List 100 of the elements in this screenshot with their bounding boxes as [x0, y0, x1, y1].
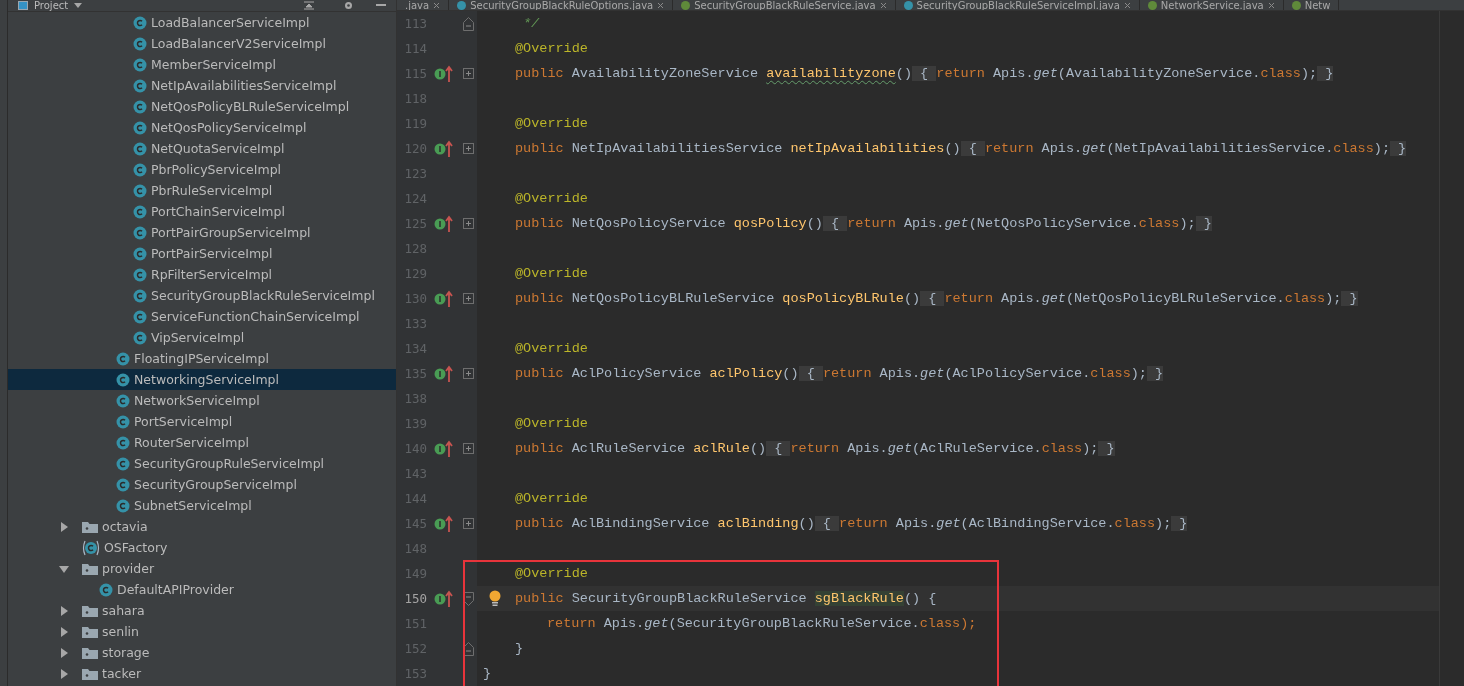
tree-item[interactable]: NetQosPolicyBLRuleServiceImpl	[8, 96, 396, 117]
close-icon[interactable]	[879, 2, 887, 9]
code-line: }	[515, 641, 524, 656]
settings-icon[interactable]	[343, 1, 354, 10]
folder-icon	[82, 625, 98, 638]
code-line: public NetQosPolicyBLRuleService qosPolicyBLRule() { return Apis.get(NetQosPolicyBLRuleService.class); }	[515, 291, 1358, 306]
tree-item[interactable]: NetworkingServiceImpl	[8, 369, 396, 390]
lightbulb-icon[interactable]	[489, 590, 501, 606]
implements-method-icon[interactable]	[434, 589, 454, 608]
tree-item[interactable]: LoadBalancerServiceImpl	[8, 12, 396, 33]
tree-item[interactable]: SecurityGroupServiceImpl	[8, 474, 396, 495]
implements-method-icon[interactable]	[434, 139, 454, 158]
tree-item[interactable]: tacker	[8, 663, 396, 684]
class-icon	[133, 15, 147, 30]
tree-item[interactable]: provider	[8, 558, 396, 579]
caret-icon[interactable]	[74, 2, 83, 9]
tree-item[interactable]: SecurityGroupBlackRuleServiceImpl	[8, 285, 396, 306]
code-line: public AvailabilityZoneService availabilityzone() { return Apis.get(AvailabilityZoneService.class); }	[515, 66, 1334, 81]
close-icon[interactable]	[433, 2, 441, 9]
collapse-fold-icon[interactable]	[462, 16, 474, 31]
code-line: @Override	[515, 566, 588, 581]
interface-icon	[681, 1, 691, 10]
interface-icon	[1147, 1, 1157, 10]
class-icon	[133, 36, 147, 51]
collapsed-arrow-icon[interactable]	[58, 625, 70, 638]
tree-item[interactable]: PortPairGroupServiceImpl	[8, 222, 396, 243]
close-icon[interactable]	[657, 2, 665, 9]
code-line: public AclRuleService aclRule() { return Apis.get(AclRuleService.class); }	[515, 441, 1115, 456]
class-icon	[457, 1, 467, 10]
panel-title[interactable]: Project	[34, 0, 69, 11]
tree-item[interactable]: LoadBalancerV2ServiceImpl	[8, 33, 396, 54]
class-icon	[133, 330, 147, 345]
code-line: @Override	[515, 266, 588, 281]
close-icon[interactable]	[1267, 2, 1275, 9]
class-icon	[116, 372, 130, 387]
collapse-fold-icon[interactable]	[462, 641, 474, 656]
collapsed-arrow-icon[interactable]	[58, 667, 70, 680]
implements-method-icon[interactable]	[434, 289, 454, 308]
collapse-all-icon[interactable]	[303, 1, 315, 10]
tree-item[interactable]: PbrRuleServiceImpl	[8, 180, 396, 201]
code-line: @Override	[515, 491, 588, 506]
expand-fold-icon[interactable]	[462, 293, 474, 304]
class-icon	[133, 267, 147, 282]
code-line: @Override	[515, 191, 588, 206]
class-icon	[116, 435, 130, 450]
expand-fold-icon[interactable]	[462, 68, 474, 79]
implements-method-icon[interactable]	[434, 64, 454, 83]
folder-icon	[82, 667, 98, 680]
tree-item[interactable]: VipServiceImpl	[8, 327, 396, 348]
editor-tab[interactable]: Netw	[1283, 0, 1340, 10]
implements-method-icon[interactable]	[434, 514, 454, 533]
class-icon	[116, 393, 130, 408]
code-line: public NetIpAvailabilitiesService netIpAvailabilities() { return Apis.get(NetIpAvailabilitiesService.class); }	[515, 141, 1407, 156]
expand-fold-icon[interactable]	[462, 518, 474, 529]
close-icon[interactable]	[1123, 2, 1131, 9]
tree-item[interactable]: RouterServiceImpl	[8, 432, 396, 453]
class-icon	[133, 99, 147, 114]
tree-item[interactable]: NetIpAvailabilitiesServiceImpl	[8, 75, 396, 96]
tree-item[interactable]: NetworkServiceImpl	[8, 390, 396, 411]
expand-fold-icon[interactable]	[462, 443, 474, 454]
tree-item[interactable]: SecurityGroupRuleServiceImpl	[8, 453, 396, 474]
line-number: 150	[403, 591, 427, 606]
implements-method-icon[interactable]	[434, 439, 454, 458]
collapse-fold-icon[interactable]	[462, 591, 474, 606]
code-line: }	[483, 666, 492, 681]
tree-item[interactable]: NetQuotaServiceImpl	[8, 138, 396, 159]
tree-item[interactable]: DefaultAPIProvider	[8, 579, 396, 600]
class-icon	[133, 204, 147, 219]
tree-item[interactable]: SubnetServiceImpl	[8, 495, 396, 516]
collapsed-arrow-icon[interactable]	[58, 604, 70, 617]
tree-item[interactable]: NetQosPolicyServiceImpl	[8, 117, 396, 138]
class-icon	[133, 183, 147, 198]
collapsed-arrow-icon[interactable]	[58, 646, 70, 659]
tree-item[interactable]: MemberServiceImpl	[8, 54, 396, 75]
expand-fold-icon[interactable]	[462, 143, 474, 154]
class-icon	[116, 351, 130, 366]
class-icon	[116, 477, 130, 492]
tree-item[interactable]: ServiceFunctionChainServiceImpl	[8, 306, 396, 327]
code-line: public SecurityGroupBlackRuleService sgBlackRule() {	[515, 591, 937, 606]
implements-method-icon[interactable]	[434, 214, 454, 233]
tree-item[interactable]: PbrPolicyServiceImpl	[8, 159, 396, 180]
expand-fold-icon[interactable]	[462, 368, 474, 379]
expand-fold-icon[interactable]	[462, 218, 474, 229]
collapsed-arrow-icon[interactable]	[58, 520, 70, 533]
tree-item[interactable]: PortChainServiceImpl	[8, 201, 396, 222]
tree-item[interactable]: FloatingIPServiceImpl	[8, 348, 396, 369]
tree-item[interactable]: storage	[8, 642, 396, 663]
implements-method-icon[interactable]	[434, 364, 454, 383]
class-icon	[133, 57, 147, 72]
tree-item[interactable]: OSFactory	[8, 537, 396, 558]
tree-item[interactable]: PortPairServiceImpl	[8, 243, 396, 264]
tree-item[interactable]: sahara	[8, 600, 396, 621]
tree-item[interactable]: octavia	[8, 516, 396, 537]
tree-item[interactable]: RpFilterServiceImpl	[8, 264, 396, 285]
minimize-icon[interactable]	[376, 4, 386, 7]
tree-item[interactable]: senlin	[8, 621, 396, 642]
code-line: @Override	[515, 116, 588, 131]
tree-item[interactable]: PortServiceImpl	[8, 411, 396, 432]
class-icon	[133, 246, 147, 261]
code-line: return Apis.get(SecurityGroupBlackRuleService.class);	[547, 616, 977, 631]
